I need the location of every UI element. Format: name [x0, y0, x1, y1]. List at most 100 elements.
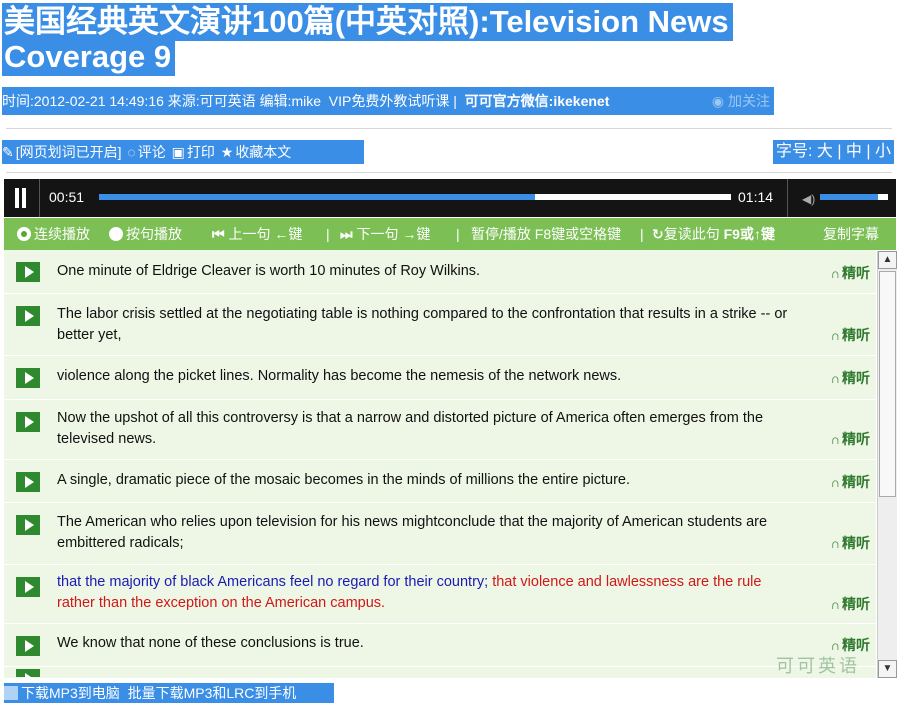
pause-hint: 暂停/播放 F8键或空格键	[471, 226, 622, 242]
comment-icon: ◌	[127, 144, 136, 160]
divider	[6, 128, 892, 129]
font-size-medium[interactable]: 中	[846, 143, 862, 160]
sentence-list: One minute of Eldrige Cleaver is worth 1…	[4, 250, 876, 678]
sentence-text: One minute of Eldrige Cleaver is worth 1…	[57, 263, 481, 279]
intensive-listen-button[interactable]: ∩ 精听	[831, 263, 870, 283]
article-toolbar: ✎ [网页划词已开启] ◌ 评论 ▣ 打印 ★ 收藏本文	[2, 140, 364, 164]
download-icon	[4, 686, 18, 700]
current-time: 00:51	[49, 189, 85, 205]
volume-icon[interactable]: ◀)	[802, 192, 815, 206]
sentence-list-scrollbar[interactable]: ▲ ▼	[877, 251, 897, 678]
progress-bar[interactable]	[99, 194, 731, 200]
play-icon[interactable]	[16, 262, 40, 282]
intensive-listen-button[interactable]: ∩ 精听	[831, 368, 870, 388]
continuous-play-option[interactable]: 连续播放	[17, 218, 90, 250]
sentence-text: A single, dramatic piece of the mosaic b…	[57, 472, 631, 488]
list-item: violence along the picket lines. Normali…	[4, 356, 876, 400]
volume-slider[interactable]	[820, 194, 888, 200]
article-meta: 时间:2012-02-21 14:49:16 来源:可可英语 编辑:mike V…	[2, 87, 774, 115]
sentence-text: We know that none of these conclusions i…	[57, 635, 364, 651]
font-size-selector: 字号: 大 | 中 | 小	[772, 140, 894, 164]
bookmark-link[interactable]: 收藏本文	[235, 144, 291, 160]
page-title-line-2: Coverage 9	[2, 38, 176, 76]
font-size-large[interactable]: 大	[817, 143, 833, 160]
play-icon[interactable]	[16, 515, 40, 535]
divider	[6, 172, 892, 173]
page-title-line-1: 美国经典英文演讲100篇(中英对照):Television News	[2, 3, 733, 41]
list-item: We know that none of these conclusions i…	[4, 624, 876, 667]
watermark: 可可英语	[776, 656, 860, 677]
pause-button[interactable]	[14, 188, 28, 208]
play-icon[interactable]	[16, 669, 40, 678]
headphones-icon: ∩	[830, 536, 840, 551]
meta-source[interactable]: 来源:可可英语	[168, 93, 256, 109]
intensive-listen-button[interactable]: ∩ 精听	[831, 533, 870, 553]
download-phone-link[interactable]: 批量下载MP3和LRC到手机	[128, 685, 297, 701]
list-item-current: that the majority of black Americans fee…	[4, 565, 876, 624]
sentence-text: that the majority of black Americans fee…	[57, 572, 802, 614]
headphones-icon: ∩	[830, 597, 840, 612]
download-bar: 下载MP3到电脑 批量下载MP3和LRC到手机	[4, 683, 334, 703]
copy-subtitles-button[interactable]: 复制字幕	[823, 218, 879, 250]
list-item: A single, dramatic piece of the mosaic b…	[4, 460, 876, 503]
word-lookup-toggle[interactable]: [网页划词已开启]	[16, 144, 122, 160]
sentence-text: violence along the picket lines. Normali…	[57, 368, 622, 384]
sentence-play-option[interactable]: 按句播放	[109, 218, 182, 250]
meta-time: 时间:2012-02-21 14:49:16	[2, 93, 164, 109]
next-sentence-button[interactable]: ⏭ 下一句 →键	[340, 218, 430, 250]
sentence-text: The American who relies upon television …	[57, 514, 768, 551]
play-icon[interactable]	[16, 412, 40, 432]
intensive-listen-button[interactable]: ∩ 精听	[831, 472, 870, 492]
follow-button[interactable]: ◉ 加关注	[712, 87, 770, 115]
prev-sentence-button[interactable]: ⏮ 上一句 ←键	[212, 218, 302, 250]
skip-forward-icon: ⏭	[340, 226, 353, 242]
wechat-info: 可可官方微信:ikekenet	[464, 93, 610, 109]
list-item	[4, 667, 876, 678]
repeat-icon: ↻	[652, 226, 664, 242]
play-icon[interactable]	[16, 472, 40, 492]
list-item: One minute of Eldrige Cleaver is worth 1…	[4, 250, 876, 294]
headphones-icon: ∩	[830, 371, 840, 386]
sentence-played-part: that the majority of black Americans fee…	[57, 574, 489, 590]
meta-editor: 编辑:mike	[259, 93, 322, 109]
headphones-icon: ∩	[830, 328, 840, 343]
intensive-listen-button[interactable]: ∩ 精听	[831, 325, 870, 345]
scroll-up-icon[interactable]: ▲	[878, 251, 897, 269]
duration: 01:14	[738, 189, 774, 205]
list-item: The American who relies upon television …	[4, 503, 876, 565]
print-link[interactable]: 打印	[187, 144, 215, 160]
headphones-icon: ∩	[830, 432, 840, 447]
font-size-label: 字号:	[775, 143, 813, 160]
list-item: The labor crisis settled at the negotiat…	[4, 294, 876, 356]
audio-player: 00:51 01:14 ◀)	[4, 179, 896, 217]
skip-back-icon: ⏮	[212, 226, 225, 242]
play-icon[interactable]	[16, 577, 40, 597]
print-icon: ▣	[171, 144, 185, 160]
intensive-listen-button[interactable]: ∩ 精听	[831, 429, 870, 449]
volume-fill	[820, 194, 878, 200]
repeat-sentence-button[interactable]: ↻复读此句 F9或↑键	[652, 218, 775, 250]
radio-icon	[17, 227, 31, 241]
sentence-text: Now the upshot of all this controversy i…	[57, 410, 764, 447]
list-item: Now the upshot of all this controversy i…	[4, 400, 876, 460]
font-size-small[interactable]: 小	[875, 143, 891, 160]
download-pc-link[interactable]: 下载MP3到电脑	[21, 685, 120, 701]
progress-fill	[99, 194, 536, 200]
radio-icon	[109, 227, 123, 241]
intensive-listen-button[interactable]: ∩ 精听	[831, 594, 870, 614]
pencil-icon: ✎	[2, 144, 14, 160]
follow-label: 加关注	[728, 93, 770, 109]
play-icon[interactable]	[16, 306, 40, 326]
star-icon: ★	[220, 144, 234, 160]
scroll-thumb[interactable]	[879, 271, 896, 497]
headphones-icon: ∩	[830, 475, 840, 490]
vip-link[interactable]: VIP免费外教试听课 |	[329, 93, 457, 109]
play-icon[interactable]	[16, 636, 40, 656]
sentence-text: The labor crisis settled at the negotiat…	[57, 306, 788, 343]
play-icon[interactable]	[16, 368, 40, 388]
headphones-icon: ∩	[830, 638, 840, 653]
eye-icon: ◉	[711, 93, 725, 109]
playback-controls: 连续播放 按句播放 ⏮ 上一句 ←键 | ⏭ 下一句 →键 | 暂停/播放 F8…	[4, 218, 896, 250]
scroll-down-icon[interactable]: ▼	[878, 660, 897, 678]
comment-link[interactable]: 评论	[138, 144, 166, 160]
